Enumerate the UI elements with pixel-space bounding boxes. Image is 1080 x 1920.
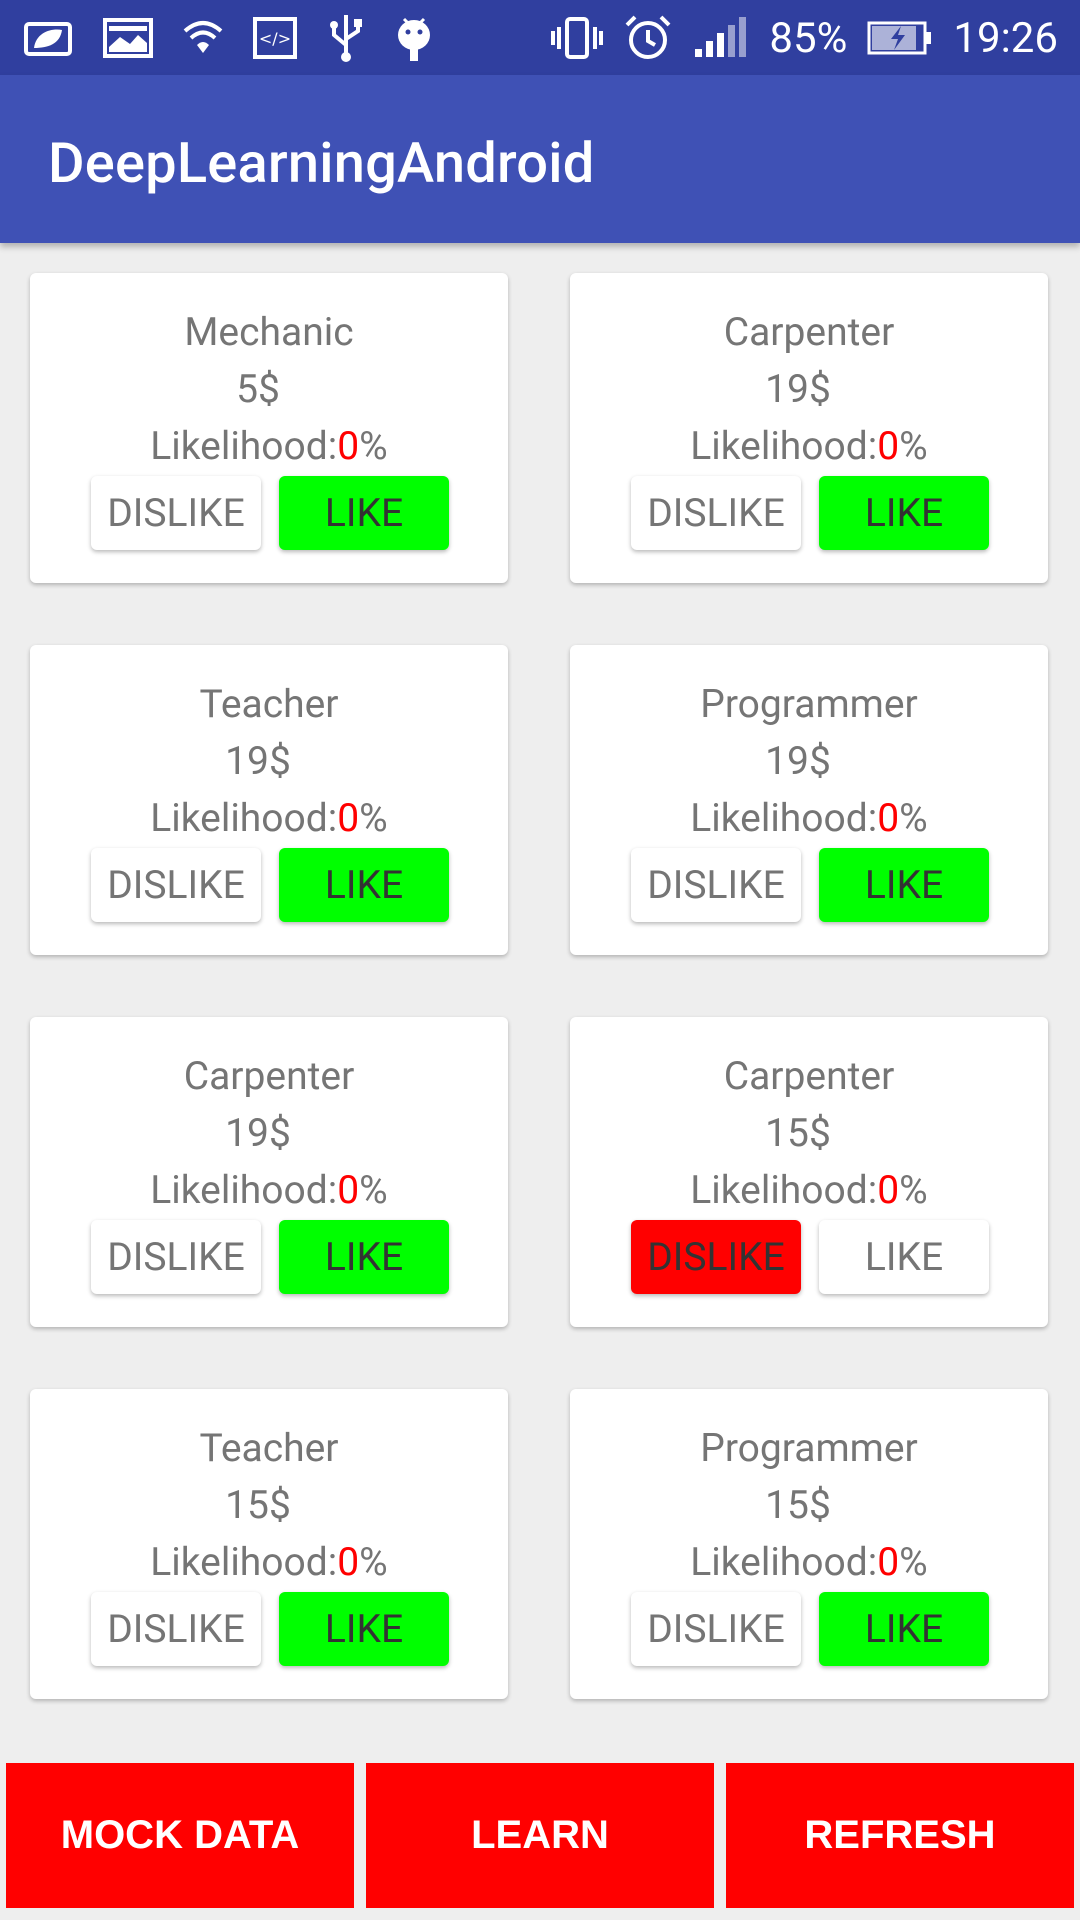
image-icon	[102, 17, 154, 59]
app-title: DeepLearningAndroid	[48, 130, 595, 196]
clock: 19:26	[953, 13, 1058, 63]
code-icon: </>	[252, 16, 298, 60]
job-price: 19$	[765, 738, 831, 784]
likelihood-value: 0	[337, 795, 360, 841]
job-price: 15$	[765, 1110, 831, 1156]
job-price: 19$	[765, 366, 831, 412]
likelihood-value: 0	[337, 1167, 360, 1213]
job-card: Carpenter 19$ Likelihood:0% DISLIKE LIKE	[30, 1017, 508, 1327]
android-icon	[394, 13, 434, 63]
wifi-icon	[182, 17, 224, 59]
bottom-action-bar: MOCK DATA LEARN REFRESH	[0, 1763, 1080, 1908]
likelihood-value: 0	[337, 1539, 360, 1585]
job-title: Teacher	[199, 681, 339, 727]
likelihood-value: 0	[337, 423, 360, 469]
svg-text:</>: </>	[259, 29, 291, 48]
likelihood-value: 0	[877, 1539, 900, 1585]
job-card: Programmer 15$ Likelihood:0% DISLIKE LIK…	[570, 1389, 1048, 1699]
likelihood-unit: %	[359, 423, 388, 469]
likelihood-value: 0	[877, 423, 900, 469]
battery-charging-icon	[867, 20, 933, 56]
like-button[interactable]: LIKE	[279, 848, 449, 922]
dislike-button[interactable]: DISLIKE	[631, 476, 801, 550]
like-button[interactable]: LIKE	[279, 1220, 449, 1294]
job-price: 19$	[225, 738, 291, 784]
likelihood-unit: %	[899, 795, 928, 841]
likelihood-line: Likelihood:0%	[570, 423, 1048, 469]
likelihood-line: Likelihood:0%	[30, 1167, 508, 1213]
job-title: Programmer	[700, 1425, 918, 1471]
like-button[interactable]: LIKE	[819, 848, 989, 922]
like-button[interactable]: LIKE	[819, 1220, 989, 1294]
like-button[interactable]: LIKE	[819, 1592, 989, 1666]
dislike-button[interactable]: DISLIKE	[631, 1592, 801, 1666]
likelihood-unit: %	[359, 1539, 388, 1585]
like-button[interactable]: LIKE	[279, 1592, 449, 1666]
job-card: Teacher 15$ Likelihood:0% DISLIKE LIKE	[30, 1389, 508, 1699]
likelihood-unit: %	[359, 795, 388, 841]
job-title: Programmer	[700, 681, 918, 727]
job-card: Carpenter 15$ Likelihood:0% DISLIKE LIKE	[570, 1017, 1048, 1327]
usb-icon	[326, 13, 366, 63]
job-price: 15$	[765, 1482, 831, 1528]
job-title: Carpenter	[723, 309, 895, 355]
job-card: Mechanic 5$ Likelihood:0% DISLIKE LIKE	[30, 273, 508, 583]
dislike-button[interactable]: DISLIKE	[91, 848, 261, 922]
likelihood-value: 0	[877, 1167, 900, 1213]
learn-button[interactable]: LEARN	[366, 1763, 714, 1908]
like-button[interactable]: LIKE	[279, 476, 449, 550]
likelihood-value: 0	[877, 795, 900, 841]
likelihood-label: Likelihood:	[150, 795, 338, 841]
mock-data-button[interactable]: MOCK DATA	[6, 1763, 354, 1908]
likelihood-unit: %	[899, 423, 928, 469]
job-price: 19$	[225, 1110, 291, 1156]
job-title: Carpenter	[723, 1053, 895, 1099]
dislike-button[interactable]: DISLIKE	[631, 1220, 801, 1294]
dislike-button[interactable]: DISLIKE	[91, 1220, 261, 1294]
status-bar: </> 85% 19:26	[0, 0, 1080, 75]
dislike-button[interactable]: DISLIKE	[631, 848, 801, 922]
job-price: 15$	[225, 1482, 291, 1528]
likelihood-label: Likelihood:	[150, 1167, 338, 1213]
job-card: Teacher 19$ Likelihood:0% DISLIKE LIKE	[30, 645, 508, 955]
dislike-button[interactable]: DISLIKE	[91, 476, 261, 550]
likelihood-line: Likelihood:0%	[570, 1167, 1048, 1213]
likelihood-line: Likelihood:0%	[30, 795, 508, 841]
likelihood-label: Likelihood:	[690, 1167, 878, 1213]
alarm-icon	[623, 13, 673, 63]
job-price: 5$	[236, 366, 280, 412]
likelihood-line: Likelihood:0%	[570, 795, 1048, 841]
likelihood-label: Likelihood:	[690, 795, 878, 841]
refresh-button[interactable]: REFRESH	[726, 1763, 1074, 1908]
vibrate-icon	[551, 15, 604, 61]
likelihood-line: Likelihood:0%	[30, 423, 508, 469]
likelihood-unit: %	[359, 1167, 388, 1213]
signal-icon	[693, 17, 749, 59]
like-button[interactable]: LIKE	[819, 476, 989, 550]
likelihood-line: Likelihood:0%	[570, 1539, 1048, 1585]
dislike-button[interactable]: DISLIKE	[91, 1592, 261, 1666]
likelihood-label: Likelihood:	[690, 423, 878, 469]
likelihood-label: Likelihood:	[150, 423, 338, 469]
job-card: Carpenter 19$ Likelihood:0% DISLIKE LIKE	[570, 273, 1048, 583]
leaf-icon	[22, 18, 74, 58]
likelihood-label: Likelihood:	[690, 1539, 878, 1585]
job-title: Mechanic	[184, 309, 354, 355]
app-bar: DeepLearningAndroid	[0, 75, 1080, 243]
likelihood-line: Likelihood:0%	[30, 1539, 508, 1585]
job-title: Carpenter	[183, 1053, 355, 1099]
battery-percent: 85%	[769, 13, 848, 63]
likelihood-unit: %	[899, 1167, 928, 1213]
job-title: Teacher	[199, 1425, 339, 1471]
likelihood-label: Likelihood:	[150, 1539, 338, 1585]
job-card: Programmer 19$ Likelihood:0% DISLIKE LIK…	[570, 645, 1048, 955]
likelihood-unit: %	[899, 1539, 928, 1585]
